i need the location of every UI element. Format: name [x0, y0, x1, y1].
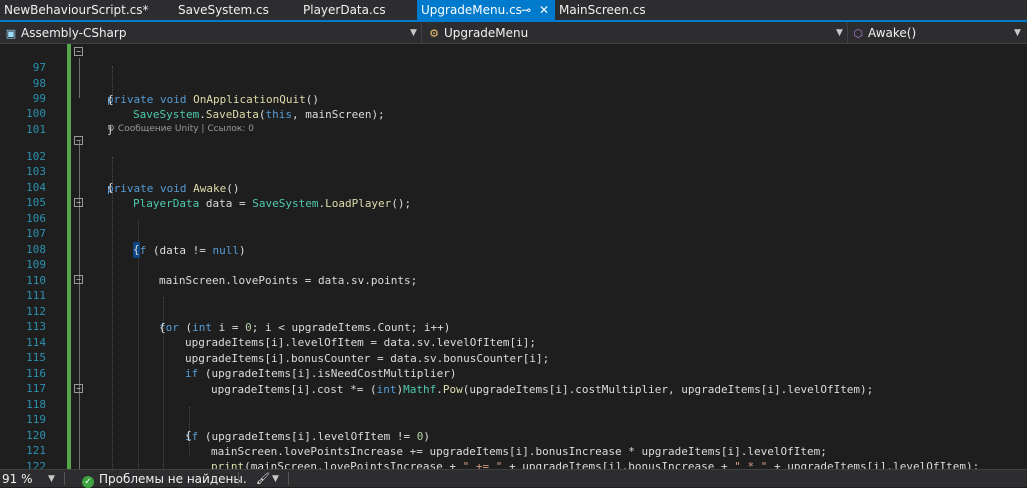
problems-indicator[interactable]: ✓ Проблемы не найдены.: [82, 470, 247, 488]
member-dropdown[interactable]: ⬡ Awake(): [851, 24, 916, 42]
member-name: Awake(): [868, 26, 917, 40]
chevron-down-icon[interactable]: ▼: [272, 470, 279, 488]
tab-playerdata[interactable]: PlayerData.cs: [299, 0, 409, 20]
problems-text: Проблемы не найдены.: [99, 472, 247, 486]
code-line: 103 {: [0, 148, 1027, 194]
code-line: 114 upgradeItems[i].bonusCounter = data.…: [0, 319, 1027, 365]
method-icon: ⬡: [853, 27, 863, 40]
code-line: 102 − private void Awake(): [0, 133, 1027, 195]
csharp-project-icon: ▣: [5, 27, 17, 40]
tab-newbehaviourscript[interactable]: NewBehaviourScript.cs*: [0, 0, 155, 20]
code-line: 118 − if (upgradeItems[i].levelOfItem !=…: [0, 381, 1027, 443]
code-line: 115 if (upgradeItems[i].isNeedCostMultip…: [0, 334, 1027, 380]
code-line: 113 upgradeItems[i].levelOfItem = data.s…: [0, 303, 1027, 349]
zoom-level[interactable]: 91 %: [2, 470, 33, 488]
tab-label: PlayerData.cs: [303, 3, 386, 17]
code-line: 100 }: [0, 90, 1027, 136]
chevron-down-icon[interactable]: ▼: [410, 24, 417, 42]
tab-upgrademenu[interactable]: UpgradeMenu.cs ⊸ ✕: [417, 0, 555, 20]
code-line: 123: [0, 458, 1027, 469]
code-line: 110: [0, 257, 1027, 287]
collapse-icon[interactable]: −: [74, 384, 83, 393]
divider: [288, 472, 289, 485]
tab-label: SaveSystem.cs: [178, 3, 269, 17]
class-icon: ⚙: [429, 27, 439, 40]
divider: [421, 22, 422, 44]
code-line: 121 print(mainScreen.lovePointsIncrease …: [0, 427, 1027, 469]
project-name: Assembly-CSharp: [21, 26, 127, 40]
code-line: 107 {: [0, 210, 1027, 258]
divider: [847, 22, 848, 44]
check-icon: ✓: [82, 476, 94, 488]
tab-mainscreen[interactable]: MainScreen.cs: [555, 0, 665, 20]
tab-label: NewBehaviourScript.cs*: [4, 3, 149, 17]
code-line: 101: [0, 106, 1027, 136]
collapse-icon[interactable]: −: [74, 198, 83, 207]
divider: [64, 472, 65, 485]
code-line: 98 {: [0, 60, 1027, 106]
code-line: 104 PlayerData data = SaveSystem.LoadPla…: [0, 164, 1027, 210]
tab-savesystem[interactable]: SaveSystem.cs: [174, 0, 284, 20]
code-line: 112 {: [0, 288, 1027, 334]
document-tab-bar: NewBehaviourScript.cs* SaveSystem.cs Pla…: [0, 0, 1027, 22]
code-line: 119 {: [0, 396, 1027, 442]
collapse-icon[interactable]: −: [74, 275, 83, 284]
code-line: 111 − for (int i = 0; i < upgradeItems.C…: [0, 272, 1027, 334]
divider: [238, 472, 239, 485]
code-editor[interactable]: 97 − private void OnApplicationQuit() 98…: [0, 44, 1027, 469]
class-name: UpgradeMenu: [444, 26, 529, 40]
collapse-icon[interactable]: −: [74, 47, 83, 56]
code-line: 99 SaveSystem.SaveData(this, mainScreen)…: [0, 75, 1027, 121]
project-dropdown[interactable]: ▣ Assembly-CSharp: [4, 24, 127, 42]
tab-label: MainScreen.cs: [559, 3, 646, 17]
pin-icon[interactable]: ⊸: [521, 0, 531, 20]
close-icon[interactable]: ✕: [539, 0, 549, 20]
code-cleanup-brush-icon[interactable]: 🖌: [256, 470, 270, 488]
code-line: 105: [0, 179, 1027, 209]
code-line: 97 − private void OnApplicationQuit(): [0, 44, 1027, 106]
code-line: 108: [0, 226, 1027, 256]
collapse-icon[interactable]: −: [74, 136, 83, 145]
code-line: 106 − if (data != null): [0, 195, 1027, 257]
chevron-down-icon[interactable]: ▼: [1014, 24, 1021, 42]
editor-status-bar: 91 % ▼ ✓ Проблемы не найдены. 🖌 ▼: [0, 469, 1027, 488]
tab-label: UpgradeMenu.cs: [421, 3, 522, 17]
code-line: 120 mainScreen.lovePointsIncrease += upg…: [0, 412, 1027, 458]
class-dropdown[interactable]: ⚙ UpgradeMenu: [427, 24, 528, 42]
code-line: 122 }: [0, 443, 1027, 469]
navigation-bar: ▣ Assembly-CSharp ▼ ⚙ UpgradeMenu ▼ ⬡ Awake…: [0, 22, 1027, 44]
code-line: 109 mainScreen.lovePoints = data.sv.poin…: [0, 241, 1027, 287]
code-line: 116 upgradeItems[i].cost *= (int)Mathf.P…: [0, 350, 1027, 396]
code-line: 117: [0, 365, 1027, 395]
chevron-down-icon[interactable]: ▼: [836, 24, 843, 42]
chevron-down-icon[interactable]: ▼: [48, 470, 55, 488]
